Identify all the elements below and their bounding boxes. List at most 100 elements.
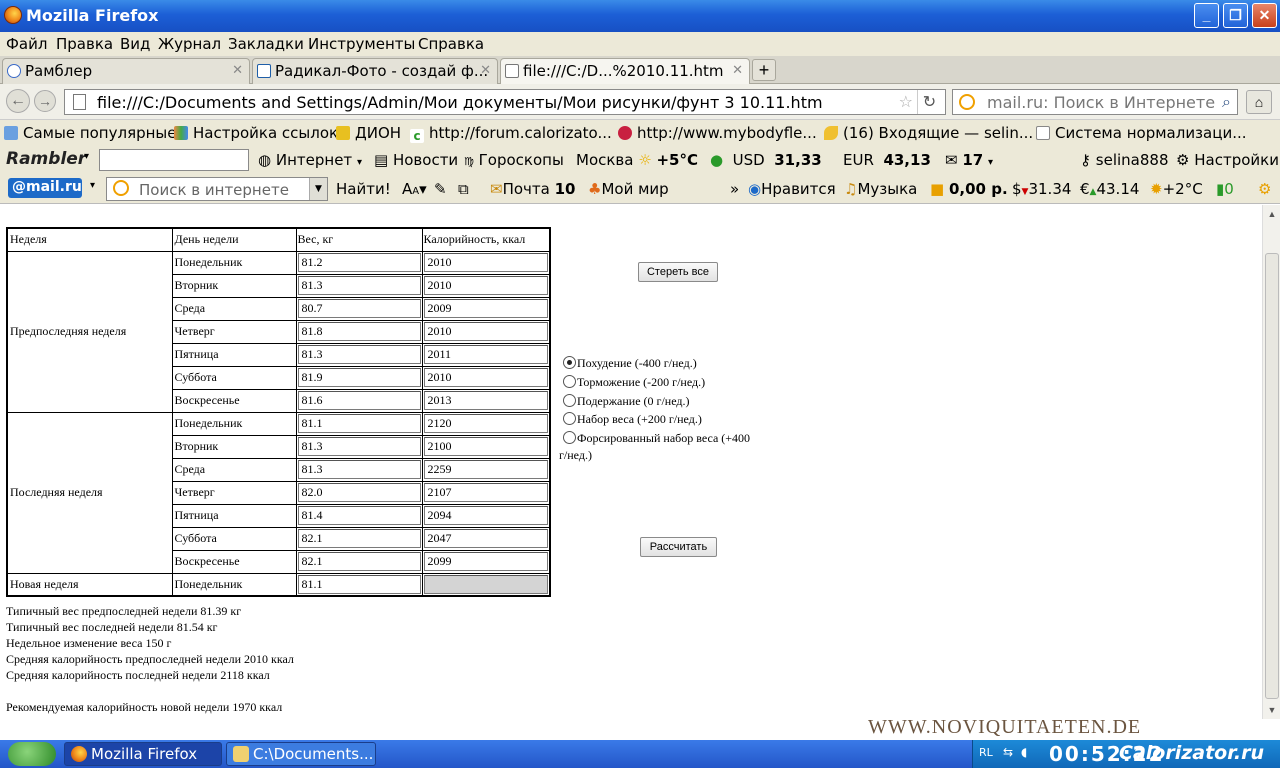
mailru-search-input[interactable]: Поиск в интернете ▼ — [106, 177, 328, 201]
mailru-music[interactable]: ♫Музыка — [844, 180, 917, 198]
weight-input[interactable] — [297, 460, 421, 479]
bookmark-mybodyflex[interactable]: http://www.mybodyfle... — [618, 124, 817, 142]
tab-close-icon[interactable]: ✕ — [732, 63, 743, 78]
back-button[interactable]: ← — [6, 89, 30, 113]
calories-input[interactable] — [423, 345, 548, 364]
radio-forced-gain[interactable]: Форсированный набор веса (+400 — [563, 431, 750, 446]
search-box[interactable]: mail.ru: Поиск в Интернете ⌕ — [952, 89, 1238, 115]
close-button[interactable]: ✕ — [1252, 3, 1277, 28]
calories-input[interactable] — [423, 506, 548, 525]
bookmark-normalization[interactable]: Система нормализаци... — [1036, 124, 1247, 142]
calories-input[interactable] — [423, 253, 548, 272]
rambler-news[interactable]: ▤ Новости — [374, 151, 458, 169]
weight-input[interactable] — [297, 299, 421, 318]
minimize-button[interactable]: _ — [1194, 3, 1219, 28]
scroll-up-icon[interactable]: ▲ — [1263, 205, 1280, 223]
weight-input[interactable] — [297, 276, 421, 295]
forward-button[interactable]: → — [34, 90, 56, 112]
home-button[interactable]: ⌂ — [1246, 90, 1272, 114]
rambler-logo[interactable]: Rambler — [6, 149, 86, 169]
find-on-page-icon[interactable]: ⧉ — [458, 180, 469, 198]
scroll-thumb[interactable] — [1265, 253, 1279, 699]
mailru-logo[interactable]: @mail.ru — [8, 178, 82, 198]
new-tab-button[interactable]: + — [752, 59, 776, 81]
weight-input[interactable] — [297, 574, 421, 594]
radio-circle[interactable] — [563, 394, 576, 407]
weight-input[interactable] — [297, 414, 421, 433]
chevron-down-icon[interactable]: ▼ — [309, 178, 327, 200]
mailru-mail[interactable]: ✉Почта 10 — [490, 180, 575, 198]
menu-file[interactable]: Файл — [6, 35, 47, 53]
weight-input[interactable] — [297, 368, 421, 387]
chevron-down-icon[interactable]: ▾ — [84, 151, 89, 162]
rambler-settings[interactable]: ⚙ Настройки — [1176, 151, 1279, 169]
mailru-eur[interactable]: €▲43.14 — [1080, 180, 1139, 198]
calories-input[interactable] — [423, 552, 548, 571]
mailru-myworld[interactable]: ♣Мой мир — [588, 180, 669, 198]
rambler-search-input[interactable] — [99, 149, 249, 171]
weight-input[interactable] — [297, 483, 421, 502]
rambler-mail[interactable]: ✉ 17 ▾ — [945, 151, 993, 169]
menu-history[interactable]: Журнал — [158, 35, 221, 53]
speaker-icon[interactable]: ◖ — [1021, 745, 1027, 759]
tab-rambler[interactable]: Рамблер ✕ — [2, 58, 250, 84]
calculate-button[interactable]: Рассчитать — [640, 537, 717, 557]
weight-input[interactable] — [297, 345, 421, 364]
bookmark-most-visited[interactable]: Самые популярные — [4, 124, 177, 142]
rambler-usd[interactable]: ● USD 31,33 — [710, 151, 822, 169]
task-explorer[interactable]: C:\Documents... — [226, 742, 376, 766]
calories-input[interactable] — [423, 414, 548, 433]
vertical-scrollbar[interactable]: ▲ ▼ — [1262, 205, 1280, 719]
highlight-icon[interactable]: ✎ — [434, 180, 447, 198]
calories-input[interactable] — [423, 368, 548, 387]
weight-input[interactable] — [297, 552, 421, 571]
menu-tools[interactable]: Инструменты — [308, 35, 415, 53]
rambler-weather[interactable]: Москва ☼ +5°C — [576, 151, 698, 169]
weight-input[interactable] — [297, 253, 421, 272]
mailru-weather[interactable]: ✹+2°C — [1150, 180, 1203, 198]
rambler-user[interactable]: ⚷ selina888 — [1080, 151, 1169, 169]
calories-input[interactable] — [423, 483, 548, 502]
weight-input[interactable] — [297, 322, 421, 341]
maximize-button[interactable]: ❐ — [1223, 3, 1248, 28]
toolbar-overflow-chevron[interactable]: » — [730, 180, 739, 198]
calories-input[interactable] — [423, 276, 548, 295]
rambler-internet[interactable]: ◍ Интернет ▾ — [258, 151, 362, 169]
radio-lose[interactable]: Похудение (-400 г/нед.) — [563, 356, 697, 371]
weight-input[interactable] — [297, 506, 421, 525]
calories-input[interactable] — [423, 322, 548, 341]
calories-input[interactable] — [423, 460, 548, 479]
radio-slow[interactable]: Торможение (-200 г/нед.) — [563, 375, 705, 390]
weight-input[interactable] — [297, 437, 421, 456]
scroll-down-icon[interactable]: ▼ — [1263, 701, 1280, 719]
clear-all-button[interactable]: Стереть все — [638, 262, 718, 282]
reload-icon[interactable]: ↻ — [917, 90, 941, 114]
url-bar[interactable]: file:///C:/Documents and Settings/Admin/… — [64, 89, 946, 115]
menu-edit[interactable]: Правка — [56, 35, 113, 53]
bookmark-inbox[interactable]: (16) Входящие — selin... — [824, 124, 1033, 142]
menu-view[interactable]: Вид — [120, 35, 150, 53]
weight-input[interactable] — [297, 529, 421, 548]
mailru-search-engine-icon[interactable] — [959, 94, 975, 110]
calories-input[interactable] — [423, 437, 548, 456]
calories-input[interactable] — [423, 529, 548, 548]
mailru-find-button[interactable]: Найти! — [336, 180, 391, 198]
tab-close-icon[interactable]: ✕ — [232, 63, 243, 78]
tab-file[interactable]: file:///C:/D...%2010.11.htm ✕ — [500, 58, 750, 85]
radio-circle[interactable] — [563, 356, 576, 369]
mailru-traffic[interactable]: ▮0 — [1216, 180, 1234, 198]
font-size-icon[interactable]: AA▾ — [402, 180, 427, 198]
bookmark-dion[interactable]: ДИОН — [336, 124, 401, 142]
radio-gain[interactable]: Набор веса (+200 г/нед.) — [563, 412, 702, 427]
radio-maintain[interactable]: Подержание (0 г/нед.) — [563, 394, 689, 409]
calories-input[interactable] — [423, 299, 548, 318]
bookmark-star-icon[interactable]: ☆ — [899, 92, 913, 111]
gear-icon[interactable]: ⚙ — [1258, 180, 1271, 198]
start-button[interactable] — [8, 742, 56, 766]
tab-close-icon[interactable]: ✕ — [480, 63, 491, 78]
language-indicator[interactable]: RL — [979, 746, 993, 759]
calories-input[interactable] — [423, 391, 548, 410]
radio-circle[interactable] — [563, 431, 576, 444]
bookmark-links-setup[interactable]: Настройка ссылок — [174, 124, 338, 142]
weight-input[interactable] — [297, 391, 421, 410]
